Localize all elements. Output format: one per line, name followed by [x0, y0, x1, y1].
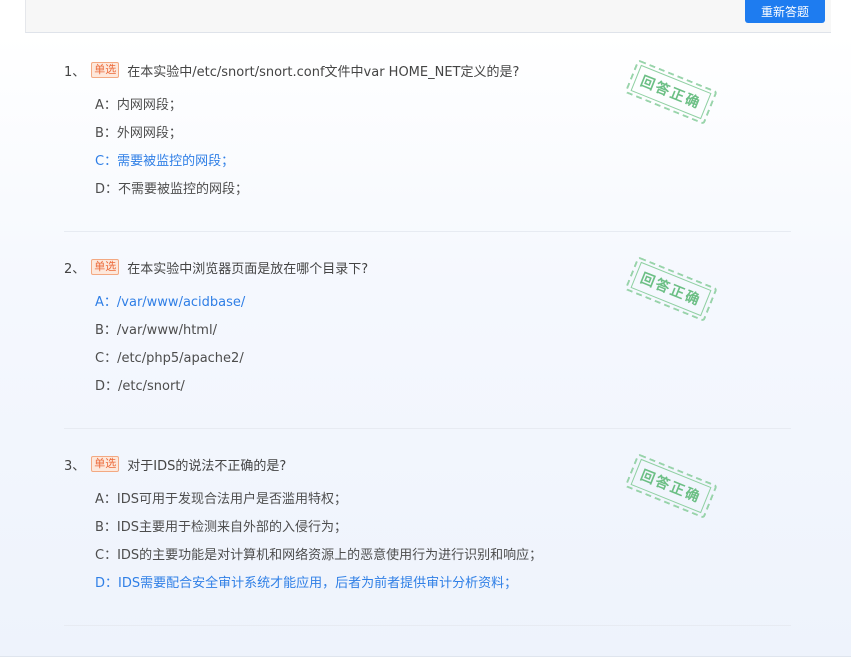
option-text: IDS需要配合安全审计系统才能应用，后者为前者提供审计分析资料；	[118, 576, 518, 591]
correct-answer-stamp: 回答正确	[624, 256, 718, 322]
option-letter: B：	[95, 323, 117, 338]
question-text: 在本实验中/etc/snort/snort.conf文件中var HOME_NE…	[127, 64, 520, 80]
option-a: A：IDS可用于发现合法用户是否滥用特权；	[95, 491, 347, 509]
question-number: 3、	[64, 458, 86, 474]
toolbar: 重新答题	[25, 0, 831, 33]
question-title: 1、 单选 在本实验中/etc/snort/snort.conf文件中var H…	[64, 60, 519, 80]
option-c: C：需要被监控的网段；	[95, 153, 234, 171]
question-number: 2、	[64, 261, 86, 277]
option-text: 需要被监控的网段；	[117, 154, 235, 169]
question-2: 2、 单选 在本实验中浏览器页面是放在哪个目录下? A：/var/www/aci…	[64, 231, 791, 429]
question-number: 1、	[64, 64, 86, 80]
option-text: IDS主要用于检测来自外部的入侵行为；	[116, 520, 348, 535]
question-3: 3、 单选 对于IDS的说法不正确的是? A：IDS可用于发现合法用户是否滥用特…	[64, 428, 791, 626]
option-letter: D：	[95, 379, 119, 394]
question-text: 对于IDS的说法不正确的是?	[127, 458, 287, 474]
question-text: 在本实验中浏览器页面是放在哪个目录下?	[127, 261, 369, 277]
option-text: IDS可用于发现合法用户是否滥用特权；	[116, 492, 348, 507]
redo-quiz-button[interactable]: 重新答题	[745, 0, 825, 23]
option-text: /etc/snort/	[118, 379, 185, 394]
option-d: D：IDS需要配合安全审计系统才能应用，后者为前者提供审计分析资料；	[95, 575, 517, 593]
correct-answer-stamp: 回答正确	[624, 453, 718, 519]
option-d: D：不需要被监控的网段；	[95, 181, 248, 199]
option-letter: C：	[95, 351, 118, 366]
option-text: IDS的主要功能是对计算机和网络资源上的恶意使用行为进行识别和响应；	[117, 548, 543, 563]
option-text: 不需要被监控的网段；	[118, 182, 249, 197]
option-text: 外网网段；	[116, 126, 182, 141]
option-b: B：IDS主要用于检测来自外部的入侵行为；	[95, 519, 347, 537]
option-text: /var/www/acidbase/	[116, 295, 246, 310]
option-d: D：/etc/snort/	[95, 378, 185, 396]
question-type-badge: 单选	[91, 259, 120, 275]
option-letter: D：	[95, 576, 119, 591]
option-letter: A：	[95, 492, 117, 507]
option-b: B：外网网段；	[95, 125, 182, 143]
question-title: 3、 单选 对于IDS的说法不正确的是?	[64, 454, 286, 474]
option-a: A：/var/www/acidbase/	[95, 294, 245, 312]
option-letter: A：	[95, 295, 117, 310]
question-1: 1、 单选 在本实验中/etc/snort/snort.conf文件中var H…	[64, 34, 791, 232]
option-letter: B：	[95, 126, 117, 141]
option-c: C：IDS的主要功能是对计算机和网络资源上的恶意使用行为进行识别和响应；	[95, 547, 542, 565]
quiz-content: 1、 单选 在本实验中/etc/snort/snort.conf文件中var H…	[0, 34, 851, 656]
option-letter: A：	[95, 98, 117, 113]
option-letter: C：	[95, 154, 118, 169]
option-text: /var/www/html/	[116, 323, 217, 338]
correct-answer-stamp: 回答正确	[624, 59, 718, 125]
question-type-badge: 单选	[91, 62, 120, 78]
option-text: 内网网段；	[116, 98, 182, 113]
question-title: 2、 单选 在本实验中浏览器页面是放在哪个目录下?	[64, 257, 368, 277]
option-letter: D：	[95, 182, 119, 197]
question-type-badge: 单选	[91, 456, 120, 472]
page-bottom-divider	[0, 656, 851, 657]
option-b: B：/var/www/html/	[95, 322, 217, 340]
option-text: /etc/php5/apache2/	[117, 351, 244, 366]
option-letter: B：	[95, 520, 117, 535]
option-c: C：/etc/php5/apache2/	[95, 350, 244, 368]
option-letter: C：	[95, 548, 118, 563]
option-a: A：内网网段；	[95, 97, 182, 115]
